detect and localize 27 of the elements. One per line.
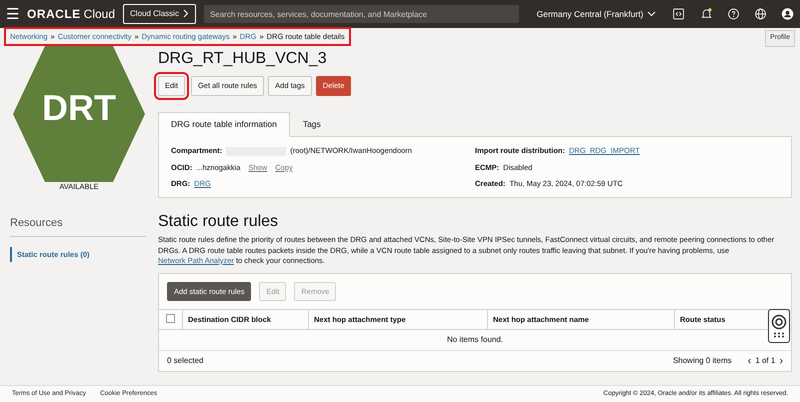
code-icon[interactable] xyxy=(672,7,686,21)
page-indicator: 1 of 1 xyxy=(755,355,776,368)
lifebuoy-icon xyxy=(771,314,787,330)
next-page-button[interactable]: › xyxy=(779,356,783,367)
select-all-checkbox[interactable] xyxy=(166,314,175,323)
selected-count: 0 selected xyxy=(167,355,204,368)
resource-abbreviation: DRT xyxy=(41,90,117,126)
logo: ORACLE xyxy=(27,6,81,23)
caret-icon xyxy=(647,11,656,18)
profile-icon[interactable] xyxy=(780,7,794,21)
chevron-icon xyxy=(182,9,189,18)
search-field[interactable]: Search resources, services, documentation, and Marketplace xyxy=(204,5,519,23)
previous-page-button[interactable]: ‹ xyxy=(748,356,752,367)
page-title: DRG_RT_HUB_VCN_3 xyxy=(158,49,328,68)
help-widget[interactable] xyxy=(768,309,790,343)
item-count: Showing 0 items xyxy=(672,355,732,368)
menu-button[interactable]: ☰ xyxy=(6,6,19,22)
section-title: Static route rules xyxy=(158,212,280,232)
logo-suffix: Cloud xyxy=(84,6,116,23)
cloud-classic-button[interactable]: Cloud Classic xyxy=(123,4,196,24)
resources-heading: Resources xyxy=(10,214,146,237)
grid-dots-icon xyxy=(773,332,785,338)
globe-icon[interactable] xyxy=(754,7,767,21)
help-icon[interactable] xyxy=(726,7,740,21)
region-selector[interactable]: Germany Central (Frankfurt) xyxy=(536,8,656,20)
tab[interactable]: Tags xyxy=(290,112,334,136)
tab[interactable]: DRG route table information xyxy=(158,112,290,138)
